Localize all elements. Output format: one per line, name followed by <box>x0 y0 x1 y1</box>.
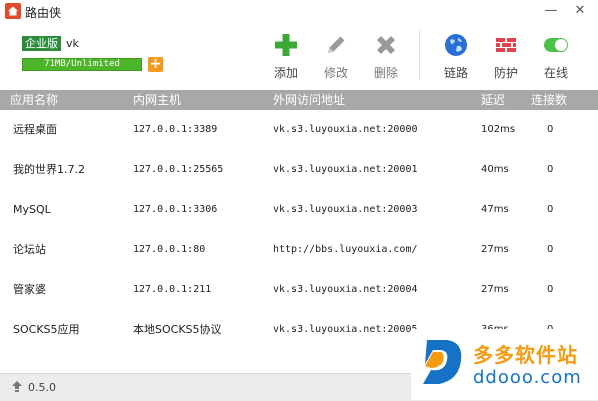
external-address-cell: vk.s3.luyouxia.net:20005 <box>273 324 418 335</box>
quota-bar: 71MB/Unlimited <box>22 58 142 71</box>
upgrade-icon[interactable] <box>12 381 22 393</box>
firewall-icon <box>496 38 516 52</box>
latency-cell: 40ms <box>481 164 509 175</box>
internal-host-cell: 127.0.0.1:211 <box>133 284 212 295</box>
minimize-button[interactable]: — <box>541 2 561 20</box>
connections-cell: 0 <box>547 284 554 295</box>
external-address-cell: vk.s3.luyouxia.net:20003 <box>273 204 418 215</box>
column-header-external-address[interactable]: 外网访问地址 <box>273 90 345 110</box>
column-header-internal-host[interactable]: 内网主机 <box>133 90 181 110</box>
internal-host-cell: 本地SOCKS5协议 <box>133 323 222 336</box>
delete-button[interactable]: 删除 <box>366 30 406 82</box>
latency-cell: 27ms <box>481 244 509 255</box>
edit-button[interactable]: 修改 <box>316 30 356 82</box>
toggle-icon <box>544 38 568 52</box>
username-label: vk <box>66 37 79 50</box>
toolbar-divider <box>419 30 420 80</box>
plus-icon <box>275 34 297 56</box>
x-icon <box>377 36 395 54</box>
table-row[interactable]: 远程桌面 127.0.0.1:3389 vk.s3.luyouxia.net:2… <box>0 110 598 150</box>
app-name-cell: 论坛站 <box>13 243 46 256</box>
edition-badge: 企业版 <box>22 36 61 51</box>
app-name-cell: 管家婆 <box>13 283 46 296</box>
column-header-connections[interactable]: 连接数 <box>531 90 567 110</box>
watermark: 多多软件站 ddooo.com <box>411 329 598 400</box>
connections-cell: 0 <box>547 204 554 215</box>
table-row[interactable]: 管家婆 127.0.0.1:211 vk.s3.luyouxia.net:200… <box>0 270 598 310</box>
table-row[interactable]: 我的世界1.7.2 127.0.0.1:25565 vk.s3.luyouxia… <box>0 150 598 190</box>
table-header: 应用名称 内网主机 外网访问地址 延迟 连接数 <box>0 90 598 110</box>
app-name-cell: 我的世界1.7.2 <box>13 163 85 176</box>
version-label: 0.5.0 <box>28 381 56 394</box>
internal-host-cell: 127.0.0.1:3306 <box>133 204 218 215</box>
app-home-icon <box>5 3 21 19</box>
column-header-app-name[interactable]: 应用名称 <box>10 90 58 110</box>
globe-icon <box>445 34 467 56</box>
external-address-cell: http://bbs.luyouxia.com/ <box>273 244 418 255</box>
watermark-title: 多多软件站 <box>473 343 578 367</box>
add-quota-button[interactable]: + <box>148 57 163 72</box>
external-address-cell: vk.s3.luyouxia.net:20001 <box>273 164 418 175</box>
latency-cell: 47ms <box>481 204 509 215</box>
app-title: 路由侠 <box>25 6 62 20</box>
pencil-icon <box>328 36 345 53</box>
internal-host-cell: 127.0.0.1:80 <box>133 244 206 255</box>
external-address-cell: vk.s3.luyouxia.net:20004 <box>273 284 418 295</box>
online-label: 在线 <box>543 66 568 80</box>
latency-cell: 27ms <box>481 284 509 295</box>
guard-button[interactable]: 防护 <box>486 30 526 82</box>
internal-host-cell: 127.0.0.1:3389 <box>133 124 218 135</box>
watermark-url: ddooo.com <box>473 367 582 388</box>
online-toggle[interactable]: 在线 <box>536 30 576 82</box>
title-bar: 路由侠 — ✕ <box>0 0 598 22</box>
link-label: 链路 <box>443 66 468 80</box>
connections-cell: 0 <box>547 244 554 255</box>
ddooo-logo-icon <box>423 340 462 384</box>
guard-label: 防护 <box>493 66 518 80</box>
quota-text: 71MB/Unlimited <box>44 59 120 69</box>
latency-cell: 102ms <box>481 124 516 135</box>
table-row[interactable]: 论坛站 127.0.0.1:80 http://bbs.luyouxia.com… <box>0 230 598 270</box>
add-button[interactable]: 添加 <box>266 30 306 82</box>
connections-cell: 0 <box>547 124 554 135</box>
table-row[interactable]: MySQL 127.0.0.1:3306 vk.s3.luyouxia.net:… <box>0 190 598 230</box>
close-button[interactable]: ✕ <box>570 2 590 20</box>
toolbar: 企业版 vk 71MB/Unlimited + 添加 修改 删除 链路 防护 在… <box>0 22 598 90</box>
connections-cell: 0 <box>547 164 554 175</box>
internal-host-cell: 127.0.0.1:25565 <box>133 164 224 175</box>
app-name-cell: MySQL <box>13 203 51 216</box>
delete-label: 删除 <box>373 66 398 80</box>
app-name-cell: SOCKS5应用 <box>13 323 80 336</box>
column-header-latency[interactable]: 延迟 <box>481 90 505 110</box>
edit-label: 修改 <box>323 66 348 80</box>
app-name-cell: 远程桌面 <box>13 123 57 136</box>
link-button[interactable]: 链路 <box>436 30 476 82</box>
add-label: 添加 <box>273 66 298 80</box>
external-address-cell: vk.s3.luyouxia.net:20000 <box>273 124 418 135</box>
